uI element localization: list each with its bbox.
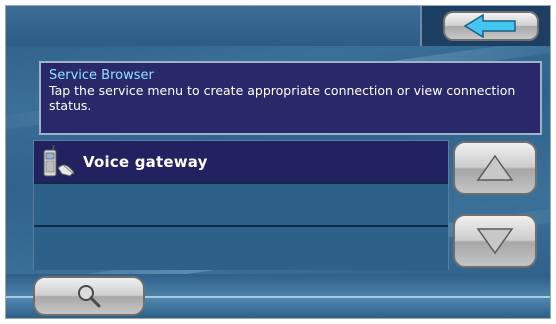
info-panel: Service Browser Tap the service menu to … — [39, 61, 542, 135]
triangle-up-icon — [476, 154, 514, 181]
list-item-voice-gateway[interactable]: Voice gateway — [34, 141, 448, 184]
screen: Service Browser Tap the service menu to … — [5, 5, 551, 319]
back-button[interactable] — [443, 11, 539, 41]
scroll-up-button[interactable] — [453, 141, 537, 195]
list-item[interactable] — [34, 184, 448, 227]
back-arrow-icon — [463, 14, 516, 38]
info-description: Tap the service menu to create appropria… — [49, 83, 516, 113]
service-list: Voice gateway — [33, 140, 449, 270]
search-button[interactable] — [33, 276, 145, 316]
scroll-down-button[interactable] — [453, 214, 537, 268]
info-title: Service Browser — [49, 68, 154, 83]
list-item[interactable] — [34, 227, 448, 270]
magnifier-icon — [78, 285, 101, 308]
phone-signal-icon — [43, 144, 75, 177]
list-item-label: Voice gateway — [83, 153, 208, 171]
triangle-down-icon — [476, 228, 514, 255]
